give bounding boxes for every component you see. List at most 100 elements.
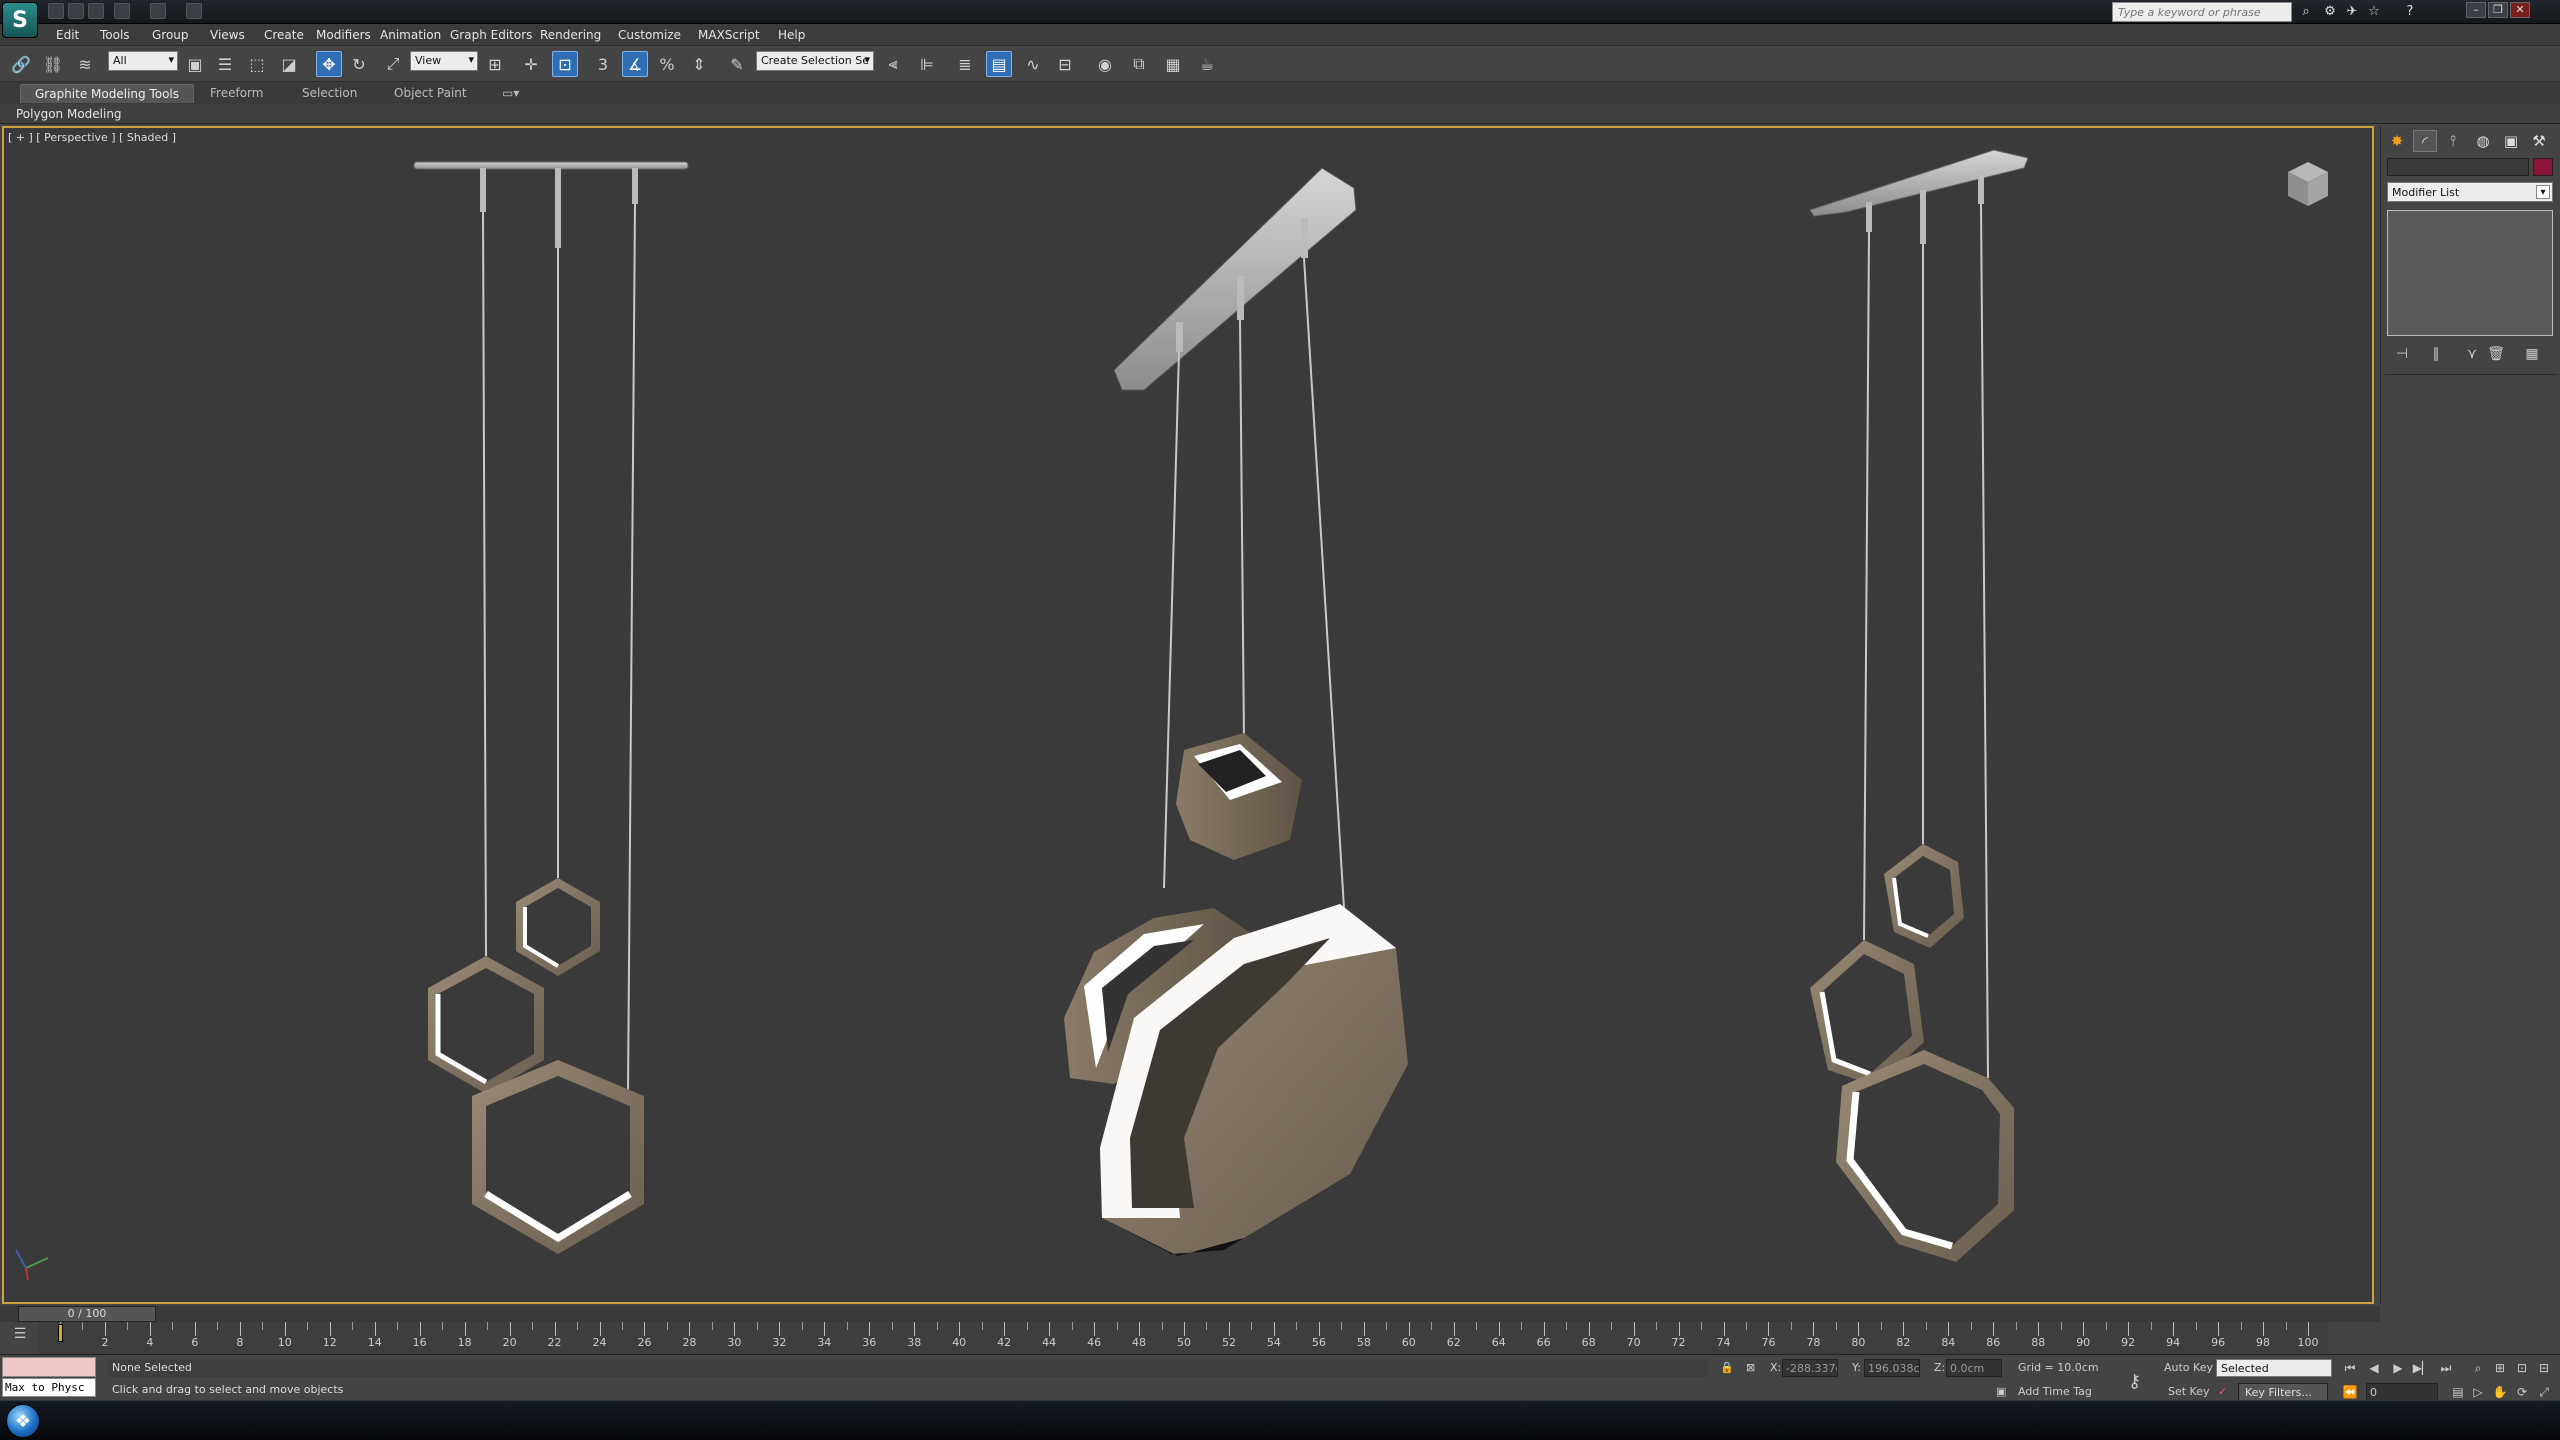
- minimize-button[interactable]: –: [2466, 2, 2486, 18]
- object-color-swatch[interactable]: [2533, 158, 2553, 176]
- modify-icon[interactable]: ◜: [2413, 130, 2437, 152]
- lock-selection-icon[interactable]: 🔒: [1720, 1361, 1734, 1374]
- snaps-toggle-icon[interactable]: 3: [590, 51, 616, 77]
- link-icon[interactable]: 🔗: [8, 51, 34, 77]
- curve-editor-icon[interactable]: ∿: [1020, 51, 1046, 77]
- menu-customize[interactable]: Customize: [618, 28, 681, 42]
- align-icon[interactable]: ⊫: [914, 51, 940, 77]
- motion-icon[interactable]: ◍: [2471, 130, 2495, 152]
- pin-stack-icon[interactable]: ⊣: [2391, 344, 2413, 364]
- set-key-icon[interactable]: ⚷: [2128, 1371, 2141, 1392]
- rendered-frame-window-icon[interactable]: ▦: [1160, 51, 1186, 77]
- material-editor-icon[interactable]: ◉: [1092, 51, 1118, 77]
- mirror-icon[interactable]: ⫷: [880, 51, 906, 77]
- menu-edit[interactable]: Edit: [56, 28, 79, 42]
- reference-coordinate-dropdown[interactable]: View: [410, 51, 478, 71]
- menu-graph-editors[interactable]: Graph Editors: [450, 28, 532, 42]
- zoom-extents-all-icon[interactable]: ⊟: [2534, 1359, 2554, 1377]
- key-selection-set-dropdown[interactable]: Selected: [2216, 1359, 2332, 1377]
- next-frame-icon[interactable]: ▶▏: [2412, 1359, 2432, 1377]
- menu-views[interactable]: Views: [210, 28, 245, 42]
- tab-selection[interactable]: Selection: [302, 86, 357, 100]
- ribbon-options-icon[interactable]: ▭▾: [502, 86, 519, 100]
- percent-snap-icon[interactable]: %: [654, 51, 680, 77]
- communication-center-icon[interactable]: ⚙: [2322, 4, 2338, 20]
- playhead[interactable]: [58, 1324, 63, 1342]
- new-file-icon[interactable]: [48, 3, 64, 19]
- zoom-icon[interactable]: ⌕: [2468, 1359, 2488, 1377]
- project-folder-icon[interactable]: [186, 3, 202, 19]
- selection-filter-dropdown[interactable]: All: [108, 51, 178, 71]
- go-to-start-icon[interactable]: ⏮: [2340, 1359, 2360, 1377]
- help-icon[interactable]: ?: [2402, 4, 2418, 20]
- render-production-icon[interactable]: ☕: [1194, 51, 1220, 77]
- select-by-name-icon[interactable]: ☰: [212, 51, 238, 77]
- time-configuration-icon[interactable]: ▤: [2448, 1383, 2468, 1401]
- save-file-icon[interactable]: [88, 3, 104, 19]
- search-input[interactable]: [2112, 2, 2292, 22]
- maxscript-listener[interactable]: Max to Physc: [2, 1357, 96, 1397]
- named-selection-sets-dropdown[interactable]: Create Selection Se: [756, 51, 874, 71]
- pan-view-icon[interactable]: ✋: [2490, 1383, 2510, 1401]
- add-time-tag[interactable]: Add Time Tag: [2018, 1385, 2092, 1398]
- undo-icon[interactable]: [114, 3, 130, 19]
- menu-modifiers[interactable]: Modifiers: [316, 28, 371, 42]
- current-frame-field[interactable]: 0: [2366, 1383, 2438, 1401]
- satellite-icon[interactable]: ✈: [2344, 4, 2360, 20]
- make-unique-icon[interactable]: ⋎: [2461, 344, 2483, 364]
- z-coordinate-field[interactable]: 0.0cm: [1946, 1359, 2002, 1377]
- layer-manager-icon[interactable]: ≣: [952, 51, 978, 77]
- listener-output[interactable]: [2, 1357, 96, 1377]
- spinner-snap-icon[interactable]: ⇕: [686, 51, 712, 77]
- angle-snap-icon[interactable]: ∡: [622, 51, 648, 77]
- object-name-field[interactable]: [2387, 158, 2529, 176]
- create-icon[interactable]: ✸: [2385, 130, 2409, 152]
- select-and-move-icon[interactable]: ✥: [316, 51, 342, 77]
- keyboard-shortcut-override-icon[interactable]: ⊡: [552, 51, 578, 77]
- edit-named-selection-icon[interactable]: ✎: [724, 51, 750, 77]
- graphite-ribbon-toggle-icon[interactable]: ▤: [986, 51, 1012, 77]
- x-coordinate-field[interactable]: -288.337cm: [1782, 1359, 1838, 1377]
- binoculars-icon[interactable]: ⌕: [2298, 4, 2314, 20]
- polygon-modeling-panel-label[interactable]: Polygon Modeling: [16, 107, 122, 121]
- auto-key-button[interactable]: Auto Key: [2164, 1361, 2213, 1374]
- menu-tools[interactable]: Tools: [100, 28, 130, 42]
- tab-object-paint[interactable]: Object Paint: [394, 86, 467, 100]
- menu-group[interactable]: Group: [152, 28, 189, 42]
- window-crossing-icon[interactable]: ◪: [276, 51, 302, 77]
- select-and-scale-icon[interactable]: ⤢: [380, 51, 406, 77]
- absolute-mode-icon[interactable]: ⊠: [1746, 1361, 1755, 1374]
- close-button[interactable]: ✕: [2510, 2, 2530, 18]
- y-coordinate-field[interactable]: 196.038cm: [1864, 1359, 1920, 1377]
- time-slider-thumb[interactable]: 0 / 100: [18, 1306, 156, 1322]
- listener-input[interactable]: Max to Physc: [2, 1378, 96, 1397]
- redo-icon[interactable]: [150, 3, 166, 19]
- field-of-view-icon[interactable]: ▷: [2468, 1383, 2488, 1401]
- menu-create[interactable]: Create: [264, 28, 304, 42]
- time-slider[interactable]: 0 / 100: [0, 1306, 2380, 1322]
- menu-help[interactable]: Help: [778, 28, 805, 42]
- modifier-stack[interactable]: [2387, 210, 2553, 336]
- remove-modifier-icon[interactable]: 🗑: [2485, 344, 2507, 364]
- modifier-list-dropdown[interactable]: Modifier List ▾: [2387, 182, 2553, 202]
- key-filters-button[interactable]: Key Filters...: [2238, 1383, 2328, 1401]
- favorites-icon[interactable]: ☆: [2366, 4, 2382, 20]
- bind-space-warp-icon[interactable]: ≋: [72, 51, 98, 77]
- tab-graphite-modeling-tools[interactable]: Graphite Modeling Tools: [20, 84, 195, 103]
- track-bar[interactable]: 2 4 6 8 10 12 14 16 18 20 22 24 26 28 30 32 34 36 38 40 42 44…: [38, 1322, 2328, 1354]
- open-file-icon[interactable]: [68, 3, 84, 19]
- render-setup-icon[interactable]: ⧉: [1126, 51, 1152, 77]
- previous-frame-icon[interactable]: ◀: [2364, 1359, 2384, 1377]
- select-object-icon[interactable]: ▣: [182, 51, 208, 77]
- menu-rendering[interactable]: Rendering: [540, 28, 601, 42]
- tab-freeform[interactable]: Freeform: [210, 86, 263, 100]
- set-key-button[interactable]: Set Key: [2168, 1385, 2210, 1398]
- perspective-viewport[interactable]: [ + ] [ Perspective ] [ Shaded ]: [2, 126, 2374, 1304]
- maximize-viewport-icon[interactable]: ⤢: [2534, 1383, 2554, 1401]
- utilities-icon[interactable]: ⚒: [2527, 130, 2551, 152]
- hierarchy-icon[interactable]: ⫯: [2441, 130, 2465, 152]
- select-and-manipulate-icon[interactable]: ✛: [518, 51, 544, 77]
- menu-maxscript[interactable]: MAXScript: [698, 28, 760, 42]
- show-end-result-icon[interactable]: ∥: [2425, 344, 2447, 364]
- app-logo-button[interactable]: S: [2, 2, 38, 38]
